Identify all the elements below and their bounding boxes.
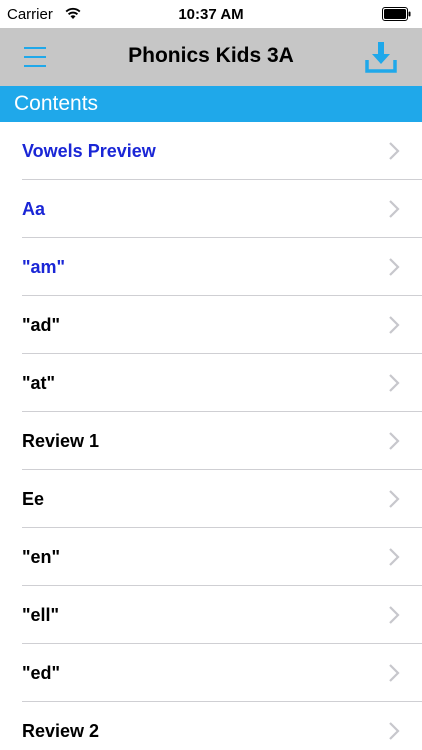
chevron-right-icon [389, 374, 400, 392]
list-item-label: "ad" [22, 315, 61, 335]
list-item[interactable]: "ed" [0, 644, 422, 702]
list-item[interactable]: Vowels Preview [0, 122, 422, 180]
list-item-label: Ee [22, 489, 45, 509]
list-item-label: Review 2 [22, 721, 100, 741]
list-item[interactable]: "ad" [0, 296, 422, 354]
chevron-right-icon [389, 606, 400, 624]
chevron-right-icon [389, 722, 400, 740]
contents-section-header: Contents [0, 86, 422, 122]
lesson-list: Vowels Preview Aa "am" "ad" "at" Review 1 Ee "e… [0, 122, 422, 750]
chevron-right-icon [389, 316, 400, 334]
chevron-right-icon [389, 258, 400, 276]
list-item-label: Review 1 [22, 431, 100, 451]
list-item-label: "en" [22, 547, 61, 567]
chevron-right-icon [389, 548, 400, 566]
list-item[interactable]: Review 2 [0, 702, 422, 750]
list-item-label: "ell" [22, 605, 60, 625]
page-title: Phonics Kids 3A [128, 44, 294, 67]
list-item[interactable]: Review 1 [0, 412, 422, 470]
chevron-right-icon [389, 490, 400, 508]
list-item[interactable]: Aa [0, 180, 422, 238]
list-item-label: "ed" [22, 663, 61, 683]
chevron-right-icon [389, 142, 400, 160]
chevron-right-icon [389, 432, 400, 450]
battery-icon [382, 7, 411, 21]
list-item[interactable]: "at" [0, 354, 422, 412]
list-item[interactable]: Ee [0, 470, 422, 528]
list-item-label: Aa [22, 199, 46, 219]
chevron-right-icon [389, 200, 400, 218]
list-item-label: "am" [22, 257, 66, 277]
download-icon[interactable] [364, 40, 398, 74]
navigation-bar: Phonics Kids 3A [0, 28, 422, 86]
status-bar: Carrier 10:37 AM [0, 0, 422, 28]
status-time: 10:37 AM [178, 6, 244, 23]
section-title: Contents [14, 92, 99, 115]
list-item-label: Vowels Preview [22, 141, 156, 161]
list-item[interactable]: "ell" [0, 586, 422, 644]
list-item-label: "at" [22, 373, 56, 393]
list-item[interactable]: "en" [0, 528, 422, 586]
chevron-right-icon [389, 664, 400, 682]
list-item[interactable]: "am" [0, 238, 422, 296]
